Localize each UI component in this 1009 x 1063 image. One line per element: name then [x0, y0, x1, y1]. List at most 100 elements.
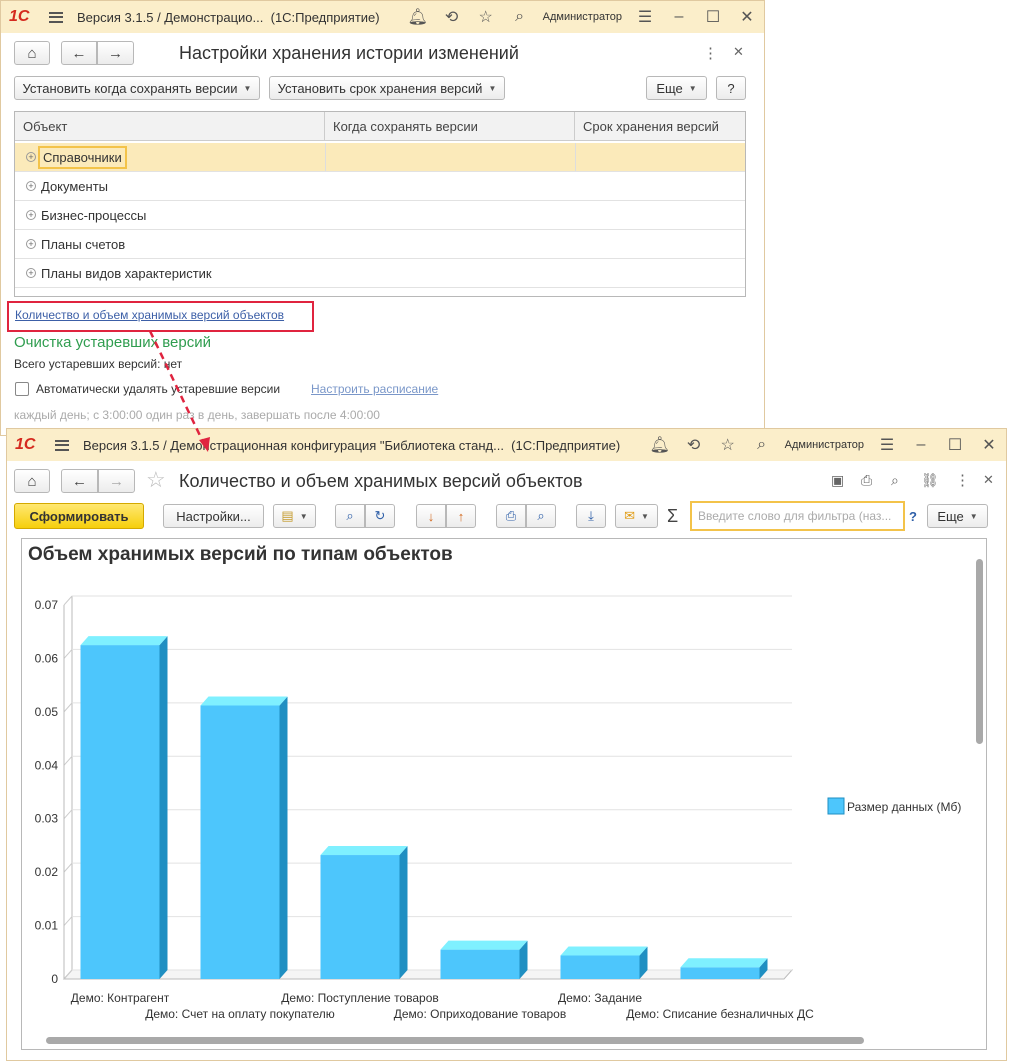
row-label: Бизнес-процессы — [41, 207, 147, 223]
star-icon[interactable]: ☆ — [711, 435, 745, 455]
gridline-depth — [63, 809, 73, 820]
download-button[interactable]: ⤓ — [576, 504, 606, 528]
y-tick-label: 0.06 — [35, 651, 59, 665]
home-button[interactable]: ⌂ — [14, 469, 50, 493]
close-icon[interactable]: ✕ — [730, 7, 764, 27]
x-tick-label: Демо: Контрагент — [71, 991, 170, 1005]
x-tick-label: Демо: Задание — [558, 991, 642, 1005]
bar — [560, 955, 640, 979]
horizontal-scrollbar[interactable] — [46, 1037, 864, 1044]
bar-top — [80, 636, 168, 646]
close-icon[interactable]: ✕ — [972, 435, 1006, 455]
column-header[interactable]: Когда сохранять версии — [325, 112, 575, 140]
generate-button[interactable]: Сформировать — [14, 503, 144, 529]
gridline-depth — [63, 755, 73, 766]
close-form-icon[interactable]: ✕ — [733, 44, 744, 60]
star-icon[interactable]: ☆ — [469, 7, 503, 27]
more-vertical-icon[interactable]: ⋮ — [703, 44, 718, 62]
bar — [680, 967, 760, 979]
search-icon[interactable]: ⌕ — [503, 8, 537, 26]
expand-icon[interactable]: + — [26, 210, 36, 220]
expand-icon[interactable]: + — [26, 152, 36, 162]
settings-icon[interactable]: ☰ — [870, 435, 904, 455]
more-button[interactable]: Еще ▼ — [646, 76, 707, 100]
set-when-save-button[interactable]: Установить когда сохранять версии ▼ — [14, 76, 260, 100]
sort-asc-button[interactable]: ↓ — [416, 504, 446, 528]
forward-button[interactable]: → — [97, 41, 134, 65]
settings-button[interactable]: Настройки... — [163, 504, 264, 528]
print-icon[interactable]: ⎙ — [861, 472, 872, 489]
table-header: Объект Когда сохранять версии Срок хране… — [15, 112, 745, 141]
table-row[interactable]: + Документы — [15, 172, 745, 201]
back-button[interactable]: ← — [61, 469, 98, 493]
sort-desc-button[interactable]: ↑ — [446, 504, 476, 528]
menu-icon[interactable] — [49, 11, 63, 23]
y-tick-label: 0.04 — [35, 758, 59, 772]
find-button[interactable]: ⌕ — [335, 504, 365, 528]
sort-desc-icon: ↑ — [457, 508, 465, 524]
y-tick-label: 0.03 — [35, 812, 59, 826]
bar-top — [440, 940, 528, 950]
table-row[interactable]: + Планы счетов — [15, 230, 745, 259]
settings-icon[interactable]: ☰ — [628, 7, 662, 27]
user-name[interactable]: Администратор — [785, 439, 864, 451]
sort-asc-icon: ↓ — [427, 508, 435, 524]
maximize-icon[interactable]: ☐ — [938, 435, 972, 455]
expand-icon[interactable]: + — [26, 181, 36, 191]
gridline-depth — [63, 702, 73, 713]
table-row[interactable]: + Бизнес-процессы — [15, 201, 745, 230]
send-email-button[interactable]: ✉ ▼ — [615, 504, 658, 528]
menu-icon[interactable] — [55, 439, 69, 451]
search-icon[interactable]: ⌕ — [745, 436, 779, 454]
preview-icon[interactable]: ⌕ — [891, 472, 899, 489]
x-tick-label: Демо: Поступление товаров — [281, 991, 439, 1005]
window-title: Версия 3.1.5 / Демонстрацио... (1С:Предп… — [77, 9, 380, 25]
more-vertical-icon[interactable]: ⋮ — [955, 471, 970, 489]
sum-icon[interactable]: Σ — [667, 506, 678, 527]
print-preview-icon: ⌕ — [537, 508, 545, 523]
column-header[interactable]: Срок хранения версий — [575, 112, 745, 140]
link-icon[interactable]: ⛓ — [921, 472, 939, 489]
print-preview-button[interactable]: ⌕ — [526, 504, 556, 528]
help-button[interactable]: ? — [716, 76, 746, 100]
schedule-link[interactable]: Настроить расписание — [311, 382, 438, 396]
filter-help-icon[interactable]: ? — [909, 509, 917, 524]
vertical-scrollbar[interactable] — [976, 559, 983, 744]
variants-button[interactable]: ▤ ▼ — [273, 504, 316, 528]
maximize-icon[interactable]: ☐ — [696, 7, 730, 27]
favorite-star-icon[interactable]: ☆ — [146, 467, 166, 493]
bar-side — [399, 846, 408, 979]
legend-swatch — [827, 797, 845, 815]
gridline-depth — [63, 595, 73, 606]
set-storage-term-button[interactable]: Установить срок хранения версий ▼ — [269, 76, 505, 100]
auto-delete-label[interactable]: Автоматически удалять устаревшие версии — [36, 382, 280, 396]
find-next-button[interactable]: ↻ — [365, 504, 395, 528]
y-tick-label: 0 — [51, 972, 58, 986]
close-form-icon[interactable]: ✕ — [983, 472, 994, 488]
expand-icon[interactable]: + — [26, 239, 36, 249]
auto-delete-checkbox[interactable] — [15, 382, 29, 396]
minimize-icon[interactable]: – — [904, 436, 938, 454]
minimize-icon[interactable]: – — [662, 8, 696, 26]
save-icon[interactable]: ▣ — [831, 472, 844, 489]
title-bar: 1С Версия 3.1.5 / Демонстрацио... (1С:Пр… — [1, 1, 764, 33]
table-row[interactable]: + Планы видов характеристик — [15, 259, 745, 288]
back-button[interactable]: ← — [61, 41, 97, 65]
bell-icon[interactable]: 🔔︎ — [643, 435, 677, 455]
form-title: Количество и объем хранимых версий объек… — [179, 471, 583, 491]
home-button[interactable]: ⌂ — [14, 41, 50, 65]
more-button[interactable]: Еще ▼ — [927, 504, 988, 528]
expand-icon[interactable]: + — [26, 268, 36, 278]
history-icon[interactable]: ⟲ — [435, 7, 469, 27]
print-button[interactable]: ⎙ — [496, 504, 526, 528]
history-icon[interactable]: ⟲ — [677, 435, 711, 455]
table-row[interactable]: + Справочники — [15, 143, 745, 172]
filter-input[interactable]: Введите слово для фильтра (наз... — [690, 501, 905, 531]
forward-button[interactable]: → — [98, 469, 135, 493]
report-link[interactable]: Количество и объем хранимых версий объек… — [15, 308, 284, 322]
column-header[interactable]: Объект — [15, 112, 325, 140]
user-name[interactable]: Администратор — [543, 11, 622, 23]
1c-logo: 1С — [9, 8, 30, 25]
printer-icon: ⎙ — [505, 508, 517, 523]
bell-icon[interactable]: 🔔︎ — [401, 7, 435, 27]
